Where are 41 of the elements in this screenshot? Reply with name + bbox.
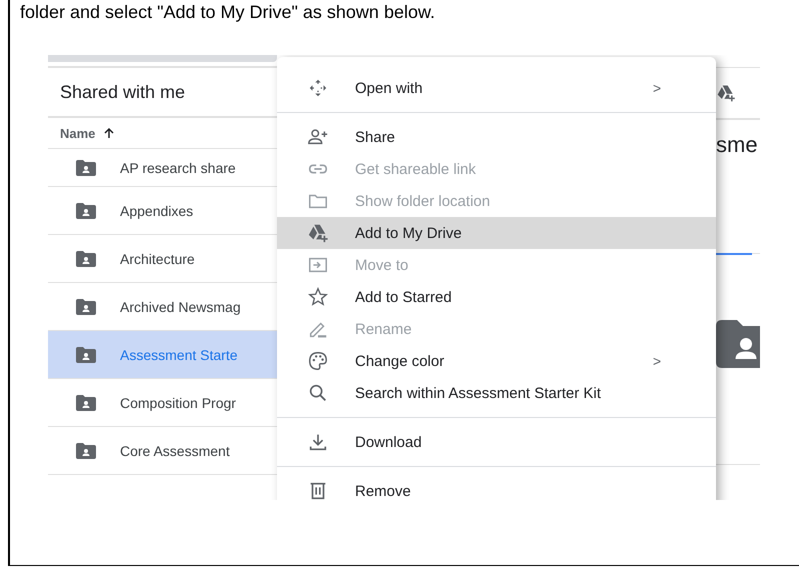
menu-item[interactable]: Download (277, 426, 716, 467)
file-name: Architecture (120, 250, 195, 266)
file-name: Assessment Starte (120, 346, 238, 362)
file-row[interactable]: Composition Progr (48, 379, 277, 427)
move-arrows-icon (307, 77, 329, 99)
shared-folder-icon (76, 160, 96, 176)
file-name: AP research share (120, 160, 236, 176)
search-icon (307, 382, 329, 404)
shared-folder-icon (76, 394, 96, 410)
drive-add-icon[interactable] (716, 83, 736, 103)
menu-item[interactable]: Remove (277, 475, 716, 500)
menu-item[interactable]: Add to My Drive (277, 217, 716, 249)
submenu-arrow: > (652, 353, 661, 369)
tab-indicator (716, 253, 752, 255)
submenu-arrow: > (652, 80, 661, 96)
sort-arrow-icon[interactable] (103, 127, 116, 139)
file-name: Core Assessment (120, 442, 230, 458)
menu-item[interactable]: Open with > (277, 72, 716, 113)
column-header[interactable]: Name (60, 126, 96, 140)
menu-item[interactable]: Share (277, 121, 716, 153)
drive-add-icon (307, 222, 329, 244)
shared-folder-icon (76, 250, 96, 266)
menu-item[interactable]: Change color > (277, 345, 716, 377)
shared-folder-icon (76, 442, 96, 458)
file-row[interactable]: Core Assessment (48, 427, 277, 475)
folder-title: Shared with me (60, 82, 186, 102)
menu-item[interactable]: Add to Starred (277, 281, 716, 313)
instruction-text: folder and select "Add to My Drive" as shown below. (19, 1, 436, 22)
file-row[interactable]: Appendixes (48, 187, 277, 235)
panel-heading: sme (716, 132, 759, 158)
shared-folder-icon (76, 346, 96, 362)
palette-icon (307, 350, 329, 372)
file-name: Appendixes (120, 202, 194, 218)
star-icon (307, 286, 329, 308)
file-name: Archived Newsmag (120, 298, 241, 314)
menu-item[interactable]: Search within Assessment Starter Kit (277, 377, 716, 418)
file-name: Composition Progr (120, 394, 236, 410)
shared-folder-icon (76, 298, 96, 314)
shared-folder-icon (76, 202, 96, 218)
file-row[interactable]: AP research share (48, 149, 277, 187)
file-row[interactable]: Architecture (48, 235, 277, 283)
